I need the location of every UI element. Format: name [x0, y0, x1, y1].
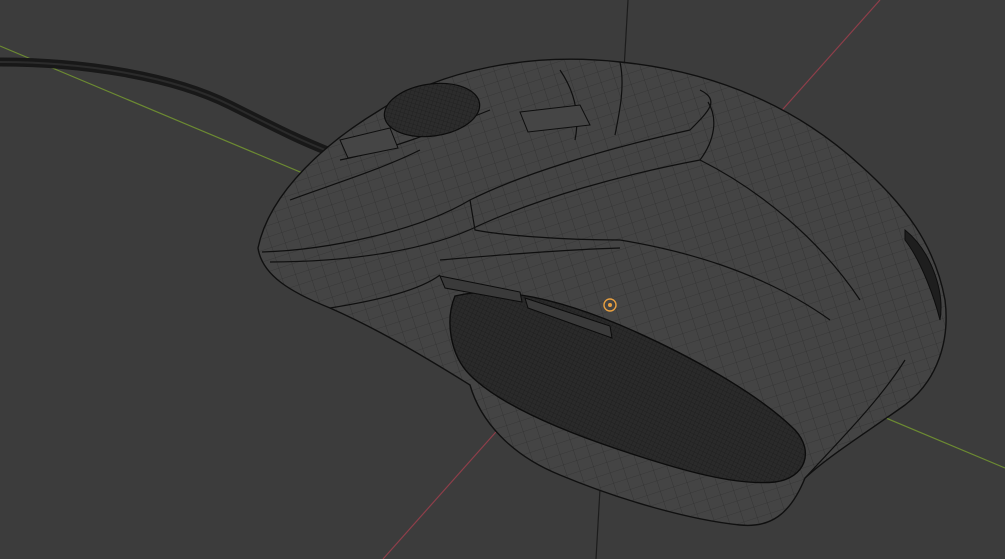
mouse-cable[interactable] — [0, 57, 335, 157]
3d-viewport[interactable] — [0, 0, 1005, 559]
mouse-mesh[interactable] — [257, 58, 947, 527]
shell-wireframe — [258, 59, 947, 526]
mouse-cable-highlight — [0, 61, 331, 153]
viewport-canvas[interactable] — [0, 0, 1005, 559]
